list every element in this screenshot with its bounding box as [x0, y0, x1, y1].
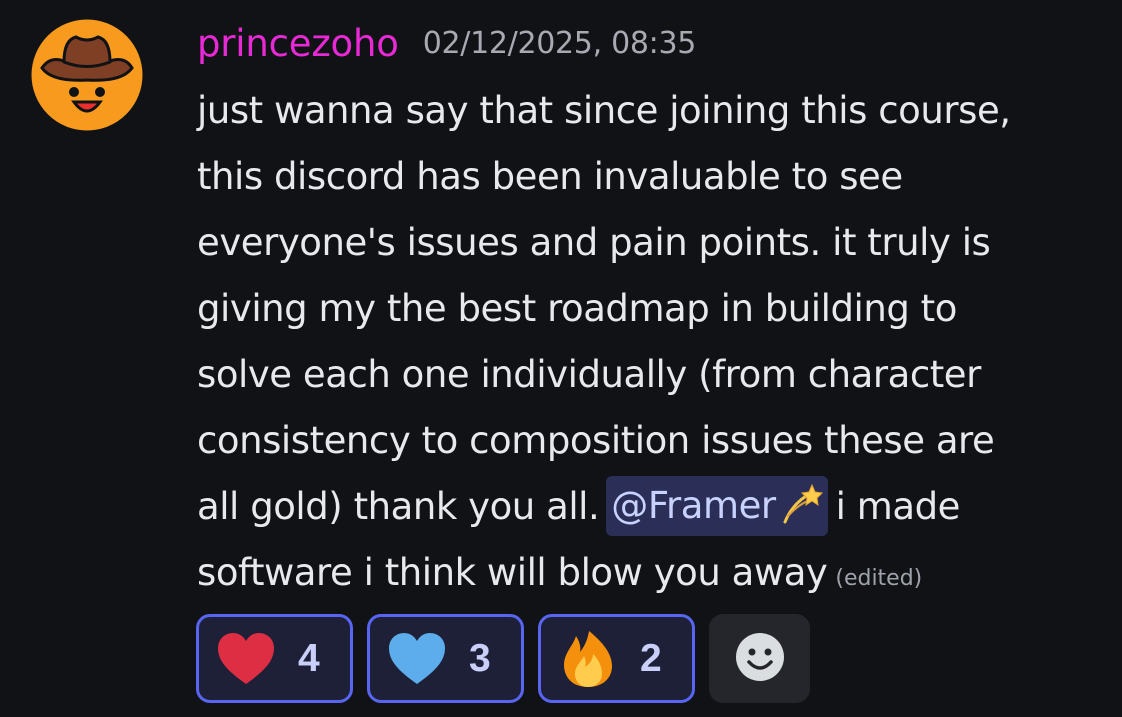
blue-heart-icon — [387, 632, 447, 686]
mention-label: @Framer — [611, 484, 776, 527]
reaction-count: 4 — [298, 636, 320, 680]
message-content: princezoho 02/12/2025, 08:35 just wanna … — [197, 0, 1109, 606]
message-text: software i think will blow you away — [197, 551, 828, 594]
message-text: i made — [835, 485, 961, 528]
message-line: giving my the best roadmap in building t… — [197, 287, 957, 330]
timestamp[interactable]: 02/12/2025, 08:35 — [423, 18, 697, 70]
message-body: just wanna say that since joining this c… — [197, 78, 1109, 606]
message-line: solve each one individually (from charac… — [197, 353, 981, 396]
message-line: this discord has been invaluable to see — [197, 155, 903, 198]
chat-message: princezoho 02/12/2025, 08:35 just wanna … — [0, 0, 1122, 717]
message-line: just wanna say that since joining this c… — [197, 89, 1011, 132]
message-text: all gold) thank you all. — [197, 485, 600, 528]
user-mention[interactable]: @Framer — [606, 476, 828, 536]
reaction-blue-heart[interactable]: 3 — [367, 614, 524, 703]
message-line: everyone's issues and pain points. it tr… — [197, 221, 991, 264]
red-heart-icon — [216, 632, 276, 686]
message-header: princezoho 02/12/2025, 08:35 — [197, 0, 1109, 88]
reaction-fire[interactable]: 2 — [538, 614, 695, 703]
reaction-count: 3 — [469, 636, 491, 680]
reactions-bar: 4 3 2 — [196, 614, 810, 703]
fire-icon — [558, 630, 618, 688]
smiley-icon — [735, 632, 785, 686]
reaction-count: 2 — [640, 636, 662, 680]
message-line: all gold) thank you all. @Framer i made — [197, 474, 1109, 540]
edited-label[interactable]: (edited) — [835, 566, 922, 591]
add-reaction-button[interactable] — [709, 614, 810, 703]
dizzy-emoji-icon — [779, 482, 823, 526]
message-line: consistency to composition issues these … — [197, 419, 995, 462]
message-line: software i think will blow you away (edit… — [197, 540, 1109, 606]
avatar[interactable] — [28, 16, 146, 134]
username[interactable]: princezoho — [197, 18, 399, 70]
cowboy-avatar-icon — [28, 16, 146, 134]
reaction-red-heart[interactable]: 4 — [196, 614, 353, 703]
